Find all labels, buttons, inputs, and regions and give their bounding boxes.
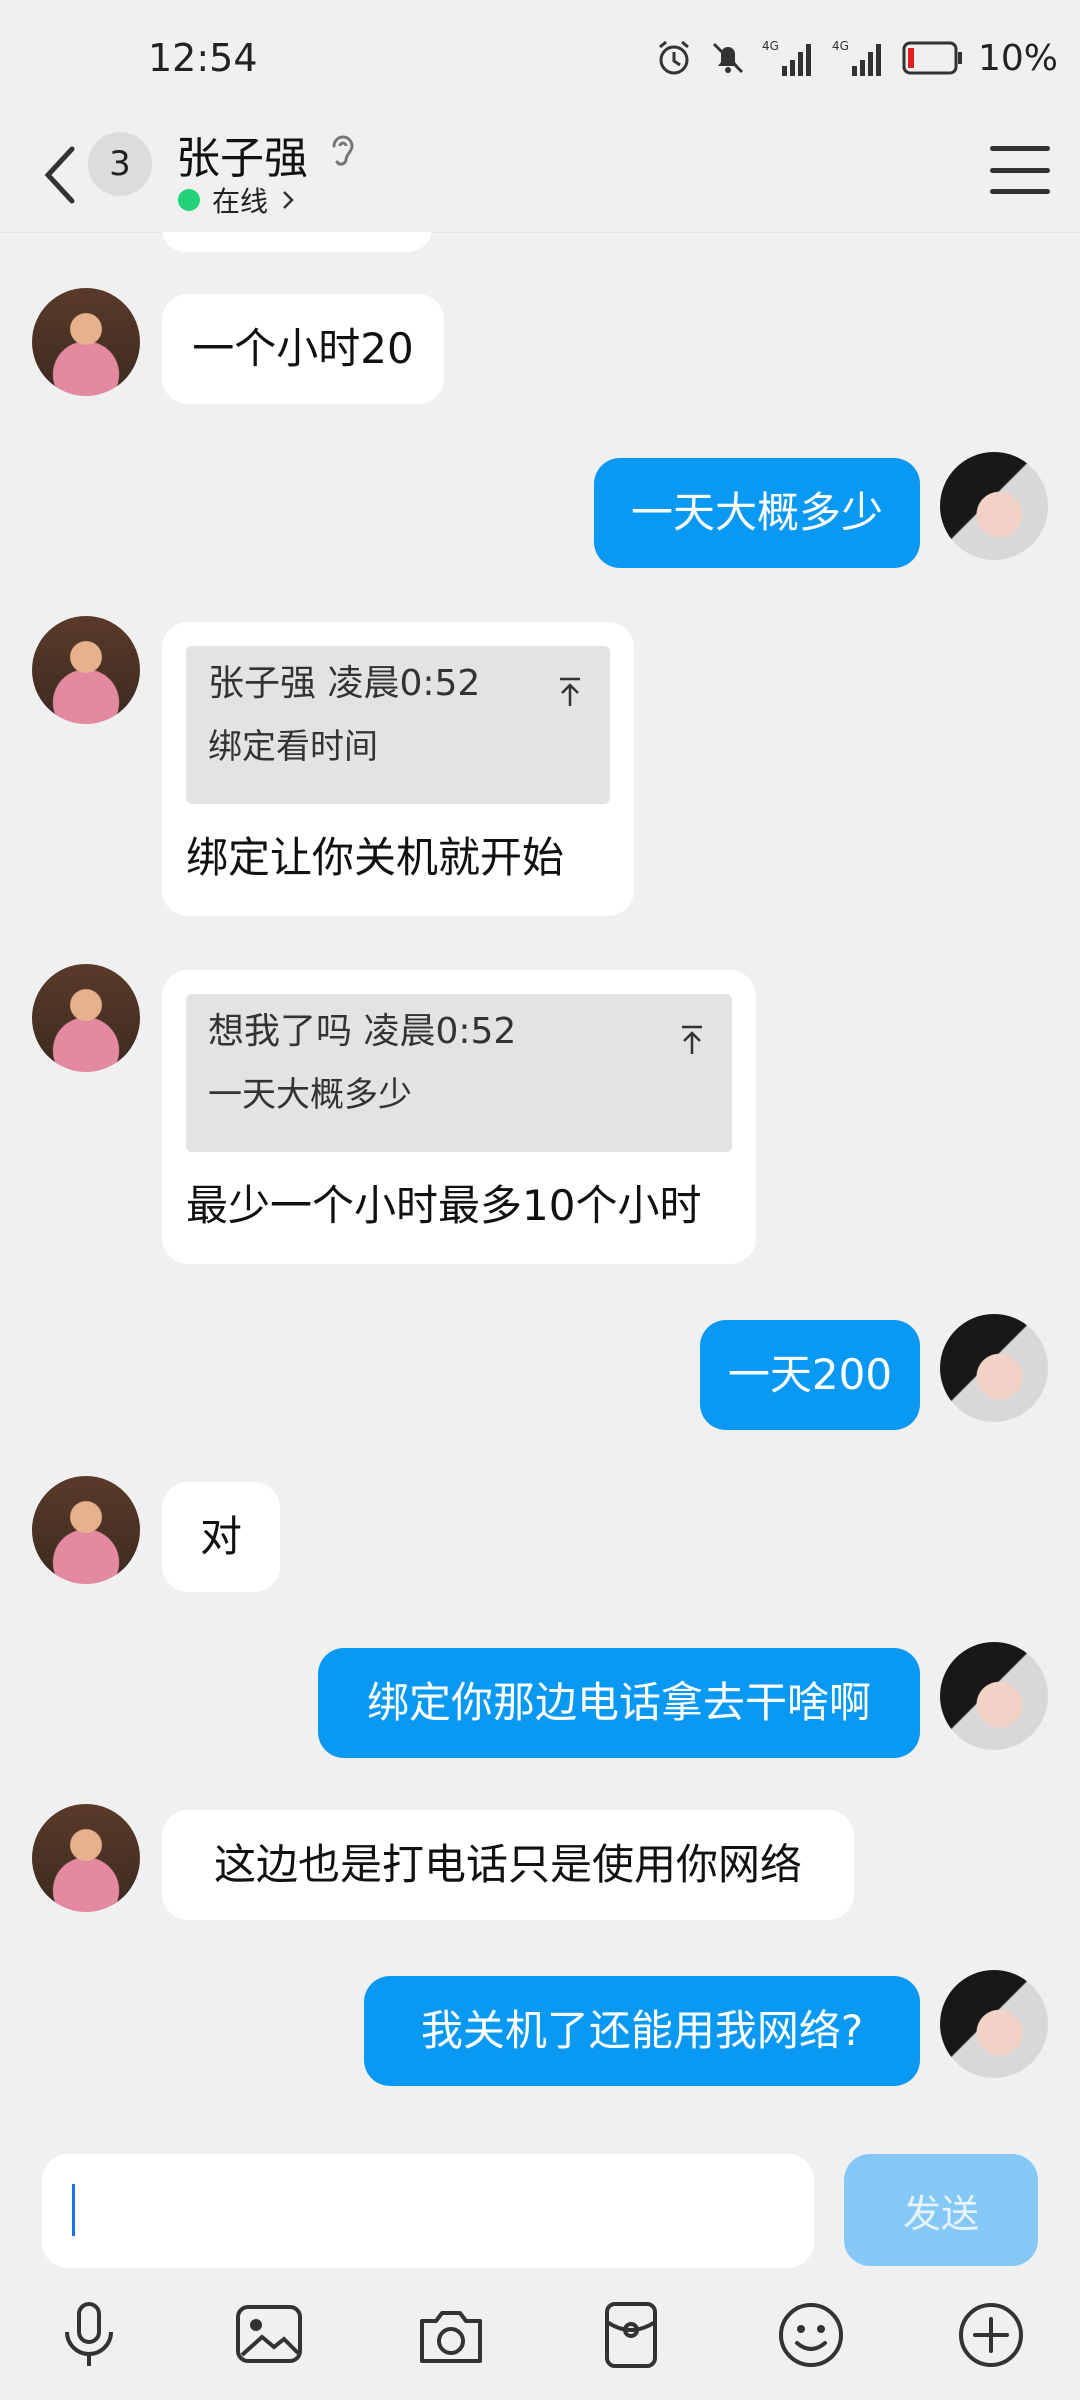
quoted-message[interactable]: 张子强 凌晨0:52 绑定看时间 [186, 646, 610, 804]
menu-icon [990, 146, 1050, 151]
message-text: 一个小时20 [192, 324, 414, 373]
status-icons: 4G 4G 10% [654, 34, 1058, 82]
input-bar: 发送 [0, 2140, 1080, 2400]
message-text: 最少一个小时最多10个小时 [186, 1181, 702, 1230]
message-text: 一天200 [727, 1350, 893, 1399]
image-icon [236, 2305, 302, 2363]
unread-count-badge[interactable]: 3 [88, 132, 152, 196]
more-button[interactable] [946, 2290, 1036, 2380]
voice-button[interactable] [44, 2290, 134, 2380]
contact-avatar[interactable] [32, 288, 140, 396]
message-text: 绑定让你关机就开始 [186, 833, 565, 882]
my-avatar[interactable] [940, 1314, 1048, 1422]
message-text: 对 [199, 1512, 242, 1561]
signal-icon: 4G [762, 38, 818, 78]
red-packet-button[interactable] [586, 2290, 676, 2380]
quote-author-time: 张子强 凌晨0:52 [208, 663, 481, 704]
jump-to-quote-icon[interactable] [676, 1012, 708, 1072]
contact-avatar[interactable] [32, 1804, 140, 1912]
emoji-button[interactable] [766, 2290, 856, 2380]
incoming-message[interactable]: 这边也是打电话只是使用你网络 [162, 1810, 854, 1920]
contact-avatar[interactable] [32, 964, 140, 1072]
message-text: 这边也是打电话只是使用你网络 [213, 1840, 802, 1889]
my-avatar[interactable] [940, 1642, 1048, 1750]
incoming-message[interactable]: 对 [162, 1482, 280, 1592]
plus-icon [959, 2303, 1023, 2367]
outgoing-message[interactable]: 绑定你那边电话拿去干啥啊 [318, 1648, 920, 1758]
chevron-left-icon [44, 146, 75, 204]
alarm-icon [654, 38, 694, 78]
message-list[interactable]: 一个小时20 一天大概多少 张子强 凌晨0:52 绑定看时间 绑定让你关机就开始… [0, 232, 1080, 2140]
outgoing-message[interactable]: 一天200 [700, 1320, 920, 1430]
battery-icon [902, 40, 964, 76]
online-dot [178, 189, 200, 211]
red-packet-icon [605, 2302, 657, 2368]
camera-icon [420, 2311, 482, 2363]
signal-2-label: 4G [832, 39, 849, 53]
emoji-icon [779, 2303, 843, 2367]
battery-percentage: 10% [977, 37, 1058, 79]
quote-text: 一天大概多少 [208, 1075, 412, 1115]
photo-button[interactable] [224, 2290, 314, 2380]
quote-author-time: 想我了吗 凌晨0:52 [208, 1011, 517, 1052]
contact-avatar[interactable] [32, 616, 140, 724]
back-button[interactable] [30, 130, 90, 220]
outgoing-message[interactable]: 我关机了还能用我网络? [364, 1976, 920, 2086]
outgoing-message[interactable]: 一天大概多少 [594, 458, 920, 568]
camera-button[interactable] [406, 2290, 496, 2380]
contact-name[interactable]: 张子强 [176, 122, 308, 186]
jump-to-quote-icon[interactable] [554, 664, 586, 724]
quoted-message[interactable]: 想我了吗 凌晨0:52 一天大概多少 [186, 994, 732, 1152]
signal-1-label: 4G [762, 39, 779, 53]
input-toolbar [0, 2290, 1080, 2390]
incoming-message[interactable]: 想我了吗 凌晨0:52 一天大概多少 最少一个小时最多10个小时 [162, 970, 756, 1264]
my-avatar[interactable] [940, 452, 1048, 560]
ear-icon[interactable] [328, 130, 358, 174]
mute-icon [708, 38, 748, 78]
quote-text: 绑定看时间 [208, 727, 378, 767]
presence-label: 在线 [212, 185, 269, 218]
status-time: 12:54 [148, 36, 258, 80]
my-avatar[interactable] [940, 1970, 1048, 2078]
partial-message-bubble [162, 232, 432, 252]
chevron-right-icon [283, 191, 294, 209]
microphone-icon [65, 2302, 113, 2366]
message-text: 一天大概多少 [630, 488, 883, 537]
message-text: 绑定你那边电话拿去干啥啊 [366, 1678, 871, 1727]
presence-status[interactable]: 在线 [178, 180, 296, 220]
contact-avatar[interactable] [32, 1476, 140, 1584]
text-caret [72, 2184, 75, 2236]
status-bar: 12:54 4G 4G 10% [0, 0, 1080, 120]
chat-header: 3 张子强 在线 [0, 120, 1080, 233]
signal-icon: 4G [832, 38, 888, 78]
incoming-message[interactable]: 张子强 凌晨0:52 绑定看时间 绑定让你关机就开始 [162, 622, 634, 916]
menu-button[interactable] [990, 140, 1050, 200]
send-button[interactable]: 发送 [844, 2154, 1038, 2266]
message-text: 我关机了还能用我网络? [420, 2006, 864, 2055]
message-input[interactable] [42, 2154, 814, 2268]
incoming-message[interactable]: 一个小时20 [162, 294, 444, 404]
